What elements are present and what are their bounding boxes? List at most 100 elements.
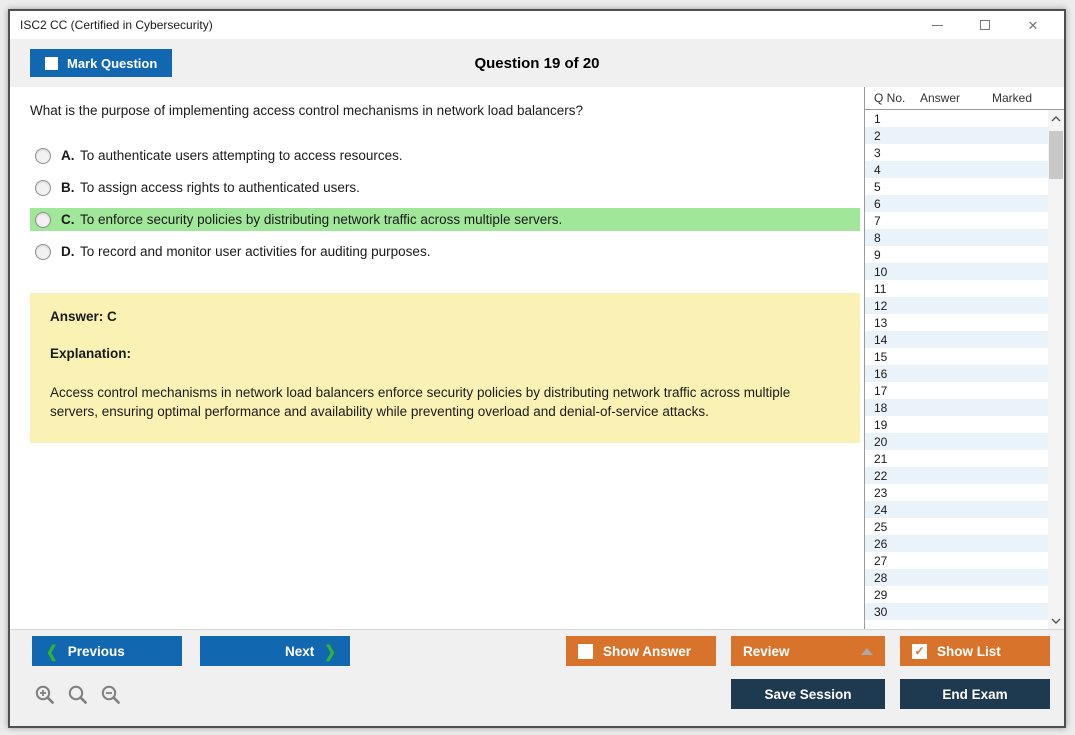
option-a-text: To authenticate users attempting to acce… [80,148,403,163]
question-list-rows: 1 2 3 4 5 6 7 8 9 10 11 12 13 14 15 16 17 18 19 20 21 22 23 24 2… [865,110,1048,629]
question-list-row[interactable]: 7 [865,212,1048,229]
question-list-scrollbar[interactable] [1048,110,1064,629]
row-qno: 29 [874,587,888,602]
radio-option-b[interactable] [35,179,51,196]
zoom-out-icon[interactable] [100,684,122,706]
row-qno: 4 [874,162,881,177]
question-list-row[interactable]: 27 [865,552,1048,569]
mark-question-label: Mark Question [67,55,158,71]
minimize-button[interactable] [930,18,944,32]
row-qno: 28 [874,570,888,585]
zoom-reset-icon[interactable] [67,684,89,706]
row-qno: 3 [874,145,881,160]
show-list-button[interactable]: ✓ Show List [900,636,1050,666]
question-list-row[interactable]: 2 [865,127,1048,144]
question-list-row[interactable]: 14 [865,331,1048,348]
answer-explanation-panel: Answer: C Explanation: Access control me… [30,293,860,444]
option-c-correct[interactable]: C. To enforce security policies by distr… [30,208,860,231]
show-answer-button[interactable]: Show Answer [566,636,716,666]
end-exam-label: End Exam [942,686,1008,702]
radio-option-a[interactable] [35,147,51,164]
header-bar: Question 19 of 20 Mark Question [10,39,1064,87]
check-icon: ✓ [914,644,925,658]
mark-question-checkbox[interactable] [45,56,58,70]
option-d-letter: D. [61,244,75,259]
question-list-row[interactable]: 1 [865,110,1048,127]
show-list-checkbox[interactable]: ✓ [912,643,927,659]
maximize-icon [980,20,990,30]
option-a[interactable]: A. To authenticate users attempting to a… [30,144,860,167]
zoom-in-icon[interactable] [34,684,56,706]
row-qno: 22 [874,468,888,483]
row-qno: 18 [874,400,888,415]
question-list-row[interactable]: 21 [865,450,1048,467]
option-b-letter: B. [61,180,75,195]
row-qno: 7 [874,213,881,228]
row-qno: 6 [874,196,881,211]
option-d[interactable]: D. To record and monitor user activities… [30,240,860,263]
question-list-row[interactable]: 10 [865,263,1048,280]
question-list-row[interactable]: 3 [865,144,1048,161]
question-list-row[interactable]: 9 [865,246,1048,263]
col-answer: Answer [920,91,961,105]
question-list-row[interactable]: 22 [865,467,1048,484]
show-answer-checkbox[interactable] [578,643,593,659]
question-list-row[interactable]: 5 [865,178,1048,195]
question-list-row[interactable]: 26 [865,535,1048,552]
save-session-label: Save Session [764,686,852,702]
question-list-row[interactable]: 13 [865,314,1048,331]
scrollbar-thumb[interactable] [1049,131,1063,179]
row-qno: 12 [874,298,888,313]
review-dropdown[interactable]: Review [731,636,885,666]
close-button[interactable]: ✕ [1026,18,1040,32]
title-bar: ISC2 CC (Certified in Cybersecurity) ✕ [10,11,1064,39]
question-list-row[interactable]: 4 [865,161,1048,178]
next-button[interactable]: Next ❯ [200,636,350,666]
question-list-row[interactable]: 12 [865,297,1048,314]
save-session-button[interactable]: Save Session [731,679,885,709]
question-list-row[interactable]: 24 [865,501,1048,518]
option-c-text: To enforce security policies by distribu… [80,212,563,227]
mark-question-button[interactable]: Mark Question [30,49,173,77]
previous-button[interactable]: ❮ Previous [32,636,182,666]
row-qno: 24 [874,502,888,517]
option-b[interactable]: B. To assign access rights to authentica… [30,176,860,199]
question-list-row[interactable]: 25 [865,518,1048,535]
end-exam-button[interactable]: End Exam [900,679,1050,709]
footer-grid-spacer [566,679,716,709]
question-list-sidebar: Q No. Answer Marked 1 2 3 4 5 6 7 8 9 10 11 12 13 14 1… [864,87,1064,629]
scroll-up-button[interactable] [1048,110,1064,127]
radio-option-c[interactable] [35,211,51,228]
question-list-row[interactable]: 11 [865,280,1048,297]
row-qno: 30 [874,604,888,619]
question-list-row[interactable]: 30 [865,603,1048,620]
footer-bar: ❮ Previous Next ❯ Show Answer Review ✓ S… [10,629,1064,726]
question-list-row[interactable]: 17 [865,382,1048,399]
zoom-controls [24,684,350,706]
options-list: A. To authenticate users attempting to a… [30,144,860,263]
scroll-down-button[interactable] [1048,612,1064,629]
window-title: ISC2 CC (Certified in Cybersecurity) [20,18,213,32]
maximize-button[interactable] [978,18,992,32]
chevron-down-icon [1051,618,1061,624]
question-list-row[interactable]: 8 [865,229,1048,246]
question-list-row[interactable]: 18 [865,399,1048,416]
answer-line: Answer: C [50,309,117,324]
row-qno: 9 [874,247,881,262]
question-list-row[interactable]: 20 [865,433,1048,450]
question-list-row[interactable]: 28 [865,569,1048,586]
window-controls: ✕ [930,18,1064,32]
question-list-row[interactable]: 29 [865,586,1048,603]
question-list-row[interactable]: 23 [865,484,1048,501]
question-list-row[interactable]: 19 [865,416,1048,433]
row-qno: 14 [874,332,888,347]
chevron-left-icon: ❮ [46,641,58,661]
option-c-letter: C. [61,212,75,227]
radio-option-d[interactable] [35,243,51,260]
question-list-row[interactable]: 15 [865,348,1048,365]
row-qno: 17 [874,383,888,398]
question-list-row[interactable]: 16 [865,365,1048,382]
row-qno: 10 [874,264,888,279]
explanation-label: Explanation: [50,346,132,361]
question-list-row[interactable]: 6 [865,195,1048,212]
